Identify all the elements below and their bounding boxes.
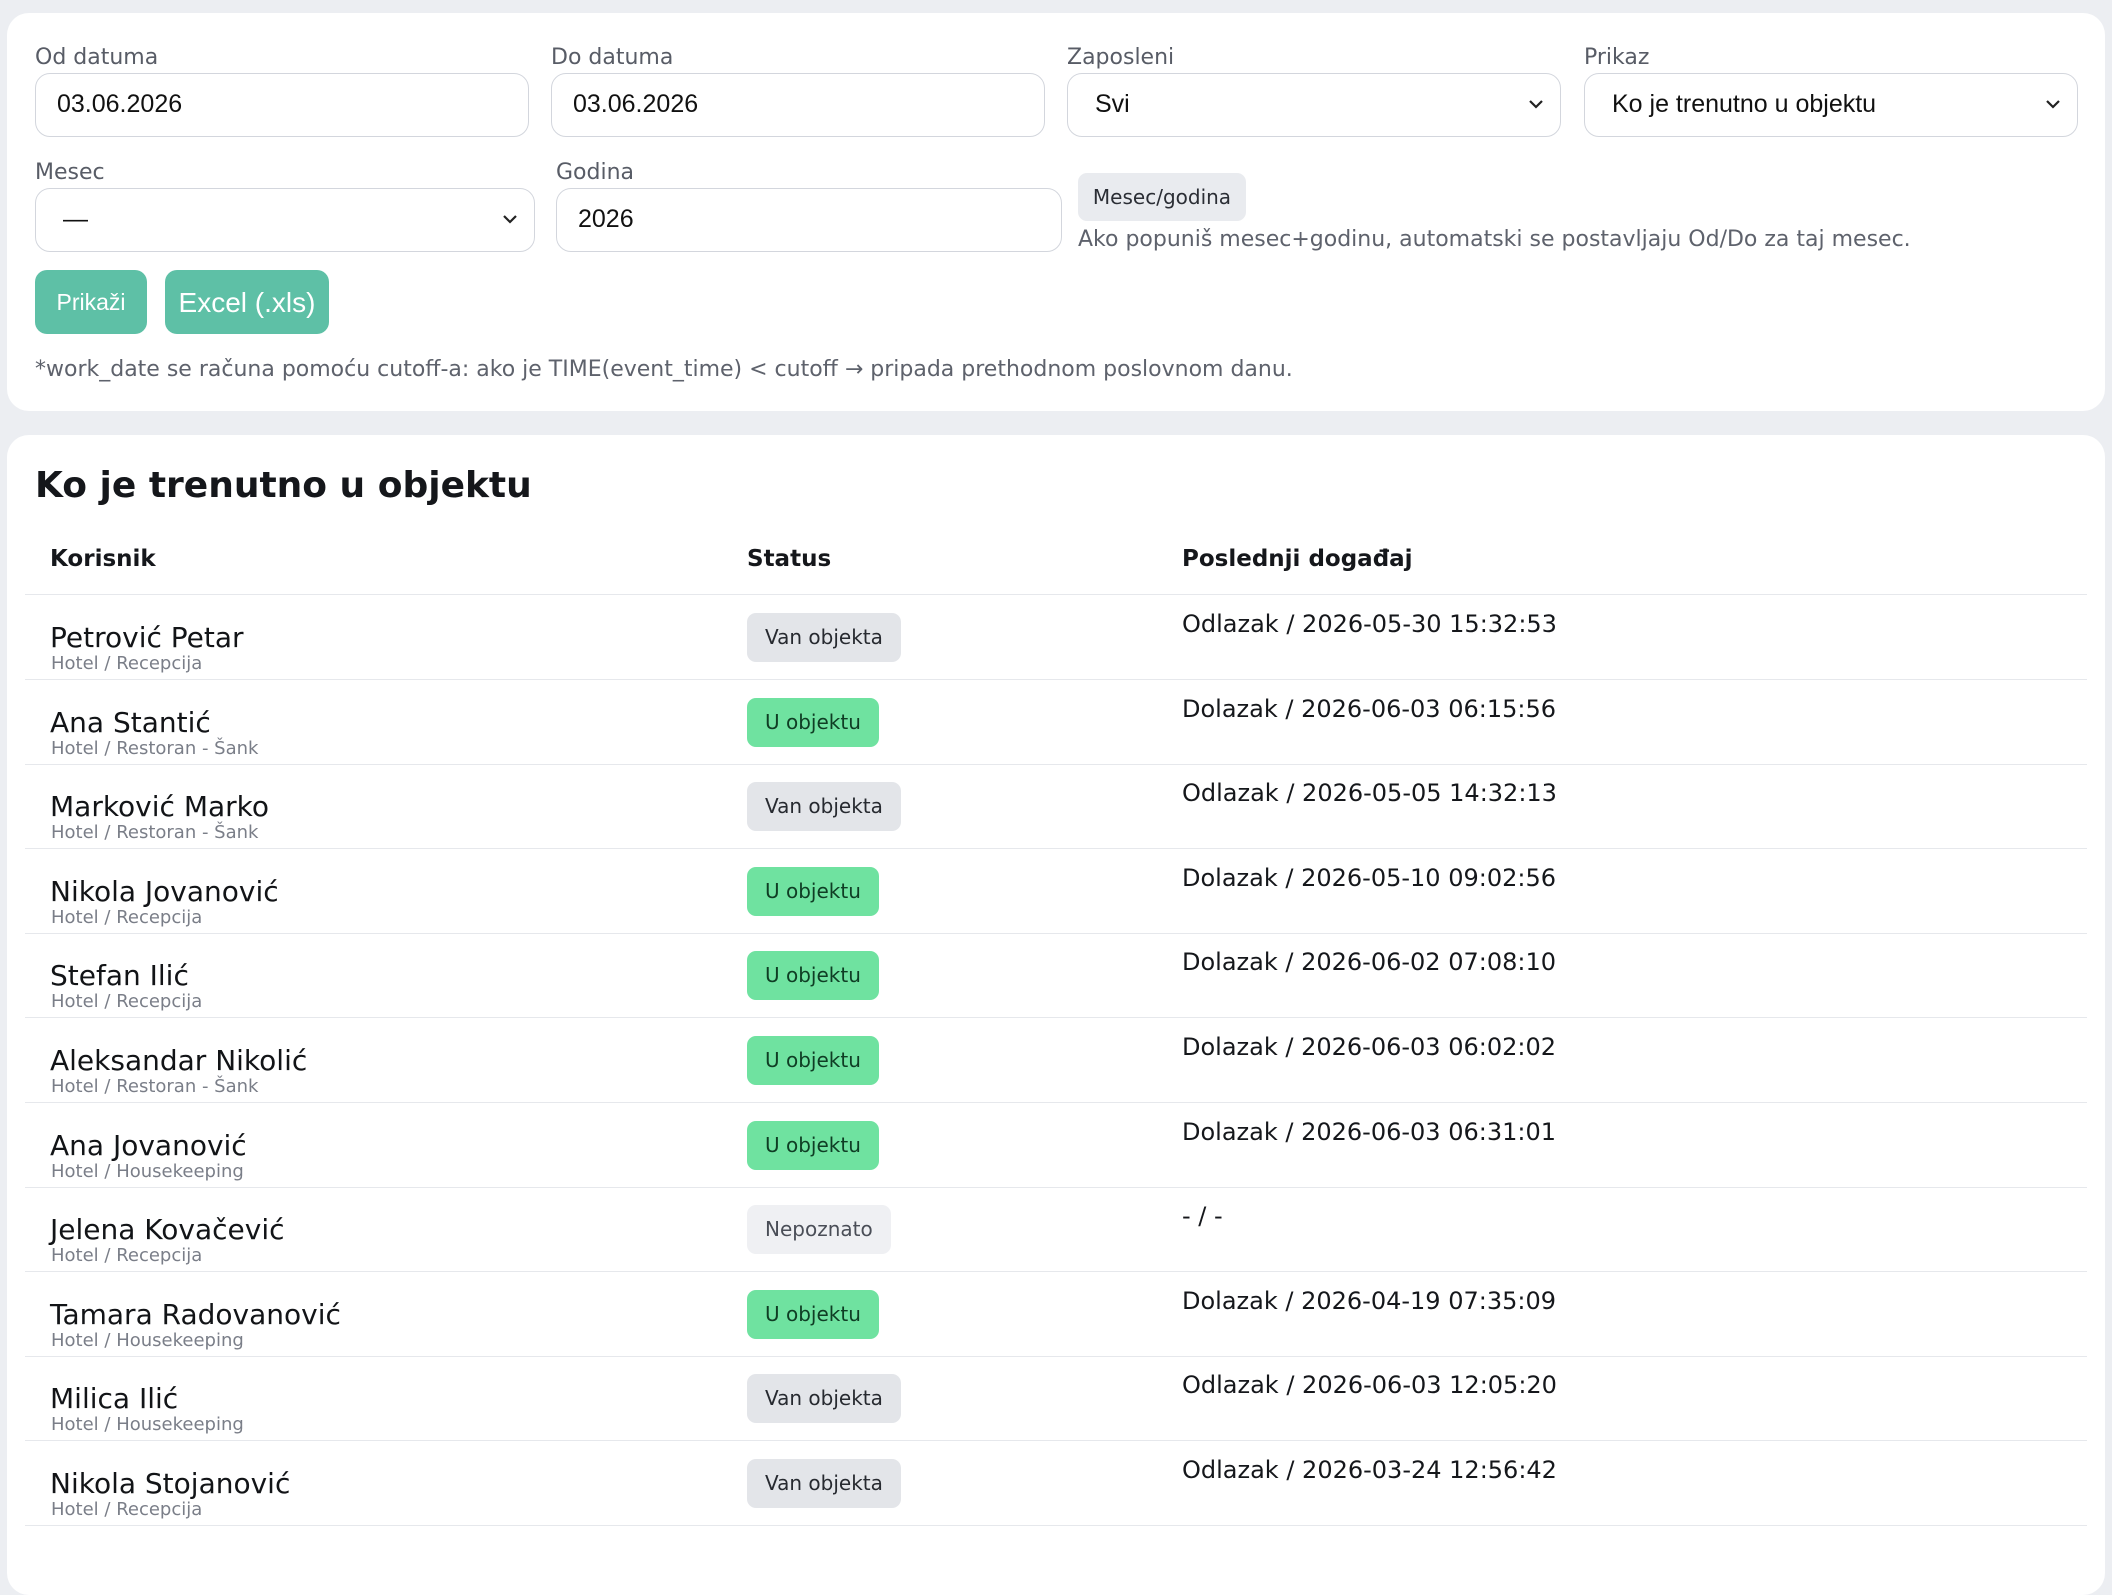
status-badge: U objektu <box>747 951 879 1001</box>
presence-table-panel: Ko je trenutno u objektu Korisnik Status… <box>7 435 2105 1595</box>
month-select[interactable]: — <box>35 188 535 252</box>
last-event: Odlazak / 2026-03-24 12:56:42 <box>1182 1456 1557 1484</box>
user-name: Petrović Petar <box>50 621 244 654</box>
last-event: - / - <box>1182 1202 1223 1231</box>
month-year-button[interactable]: Mesec/godina <box>1078 173 1246 221</box>
status-badge: Van objekta <box>747 1459 901 1508</box>
table-row[interactable]: Ana Stantić Hotel / Restoran - Šank U obje… <box>7 680 2105 765</box>
chevron-down-icon <box>502 211 518 227</box>
user-name: Aleksandar Nikolić <box>50 1044 308 1077</box>
view-select-value: Ko je trenutno u objektu <box>1612 90 1877 118</box>
filter-panel: Od datuma 03.06.2026 Do datuma 03.06.202… <box>7 13 2105 411</box>
status-badge: U objektu <box>747 1289 879 1339</box>
month-select-value: — <box>63 205 88 233</box>
column-header-last-event: Poslednji događaj <box>1182 546 1413 572</box>
table-row[interactable]: Marković Marko Hotel / Restoran - Šank Van… <box>7 764 2105 850</box>
to-date-label: Do datuma <box>551 45 674 70</box>
user-name: Jelena Kovačević <box>50 1213 285 1247</box>
to-date-input[interactable]: 03.06.2026 <box>551 73 1045 137</box>
user-department: Hotel / Restoran - Šank <box>51 822 259 844</box>
last-event: Dolazak / 2026-06-02 07:08:10 <box>1182 948 1556 977</box>
last-event: Dolazak / 2026-06-03 06:02:02 <box>1182 1033 1556 1061</box>
last-event: Dolazak / 2026-06-03 06:31:01 <box>1182 1117 1556 1146</box>
table-row[interactable]: Stefan Ilić Hotel / Recepcija U objektu Dol… <box>7 933 2105 1019</box>
user-department: Hotel / Restoran - Šank <box>51 1076 259 1097</box>
user-department: Hotel / Recepcija <box>51 906 203 928</box>
last-event: Dolazak / 2026-05-10 09:02:56 <box>1182 863 1556 892</box>
table-row[interactable]: Tamara Radovanović Hotel / Housekeeping U … <box>7 1272 2105 1357</box>
table-row[interactable]: Jelena Kovačević Hotel / Recepcija Nepozna… <box>7 1187 2105 1273</box>
table-row[interactable]: Petrović Petar Hotel / Recepcija Van objek… <box>7 595 2105 680</box>
status-badge: U objektu <box>747 697 879 747</box>
section-title: Ko je trenutno u objektu <box>35 465 532 506</box>
user-name: Ana Jovanović <box>50 1128 247 1162</box>
table-row[interactable]: Nikola Stojanović Hotel / Recepcija Van ob… <box>7 1441 2105 1526</box>
status-badge: Nepoznato <box>747 1205 891 1255</box>
chevron-down-icon <box>2045 96 2061 112</box>
user-department: Hotel / Recepcija <box>51 991 203 1013</box>
user-name: Stefan Ilić <box>50 959 189 993</box>
user-department: Hotel / Restoran - Šank <box>51 737 259 759</box>
status-badge: Van objekta <box>747 1374 901 1424</box>
excel-export-button[interactable]: Excel (.xls) <box>165 270 329 334</box>
year-label: Godina <box>556 160 635 185</box>
status-badge: Van objekta <box>747 613 901 662</box>
user-department: Hotel / Recepcija <box>51 1499 203 1520</box>
user-name: Milica Ilić <box>50 1382 179 1416</box>
user-department: Hotel / Recepcija <box>51 653 203 674</box>
view-label: Prikaz <box>1584 45 1650 70</box>
last-event: Odlazak / 2026-05-05 14:32:13 <box>1182 779 1557 808</box>
table-row[interactable]: Aleksandar Nikolić Hotel / Restoran - Šan… <box>7 1018 2105 1103</box>
employee-select-value: Svi <box>1095 90 1130 118</box>
last-event: Odlazak / 2026-06-03 12:05:20 <box>1182 1371 1557 1400</box>
show-button[interactable]: Prikaži <box>35 270 147 334</box>
from-date-input[interactable]: 03.06.2026 <box>35 73 529 137</box>
user-department: Hotel / Housekeeping <box>51 1160 244 1182</box>
month-label: Mesec <box>35 160 105 185</box>
user-name: Nikola Jovanović <box>50 874 279 908</box>
status-badge: U objektu <box>747 1036 879 1085</box>
year-input[interactable]: 2026 <box>556 188 1062 252</box>
from-date-label: Od datuma <box>35 45 159 70</box>
user-name: Nikola Stojanović <box>50 1467 291 1500</box>
user-name: Tamara Radovanović <box>50 1297 341 1331</box>
employee-select[interactable]: Svi <box>1067 73 1561 137</box>
month-year-hint: Ako popuniš mesec+godinu, automatski se … <box>1078 227 1911 252</box>
view-select[interactable]: Ko je trenutno u objektu <box>1584 73 2078 137</box>
user-department: Hotel / Recepcija <box>51 1245 203 1267</box>
column-header-user: Korisnik <box>50 546 156 572</box>
table-row[interactable]: Ana Jovanović Hotel / Housekeeping U objek… <box>7 1103 2105 1188</box>
chevron-down-icon <box>1528 96 1544 112</box>
user-department: Hotel / Housekeeping <box>51 1329 244 1351</box>
user-name: Ana Stantić <box>50 705 211 739</box>
user-department: Hotel / Housekeeping <box>51 1414 244 1436</box>
last-event: Dolazak / 2026-06-03 06:15:56 <box>1182 694 1556 723</box>
work-date-footnote: *work_date se računa pomoću cutoff-a: ak… <box>35 357 1293 382</box>
employee-label: Zaposleni <box>1067 45 1175 70</box>
user-name: Marković Marko <box>50 790 269 824</box>
status-badge: Van objekta <box>747 782 901 832</box>
status-badge: U objektu <box>747 1120 879 1170</box>
table-row[interactable]: Milica Ilić Hotel / Housekeeping Van objek… <box>7 1356 2105 1442</box>
last-event: Odlazak / 2026-05-30 15:32:53 <box>1182 610 1557 638</box>
last-event: Dolazak / 2026-04-19 07:35:09 <box>1182 1286 1556 1315</box>
table-row[interactable]: Nikola Jovanović Hotel / Recepcija U objek… <box>7 849 2105 934</box>
row-divider <box>25 1525 2087 1526</box>
status-badge: U objektu <box>747 866 879 916</box>
column-header-status: Status <box>747 546 832 572</box>
